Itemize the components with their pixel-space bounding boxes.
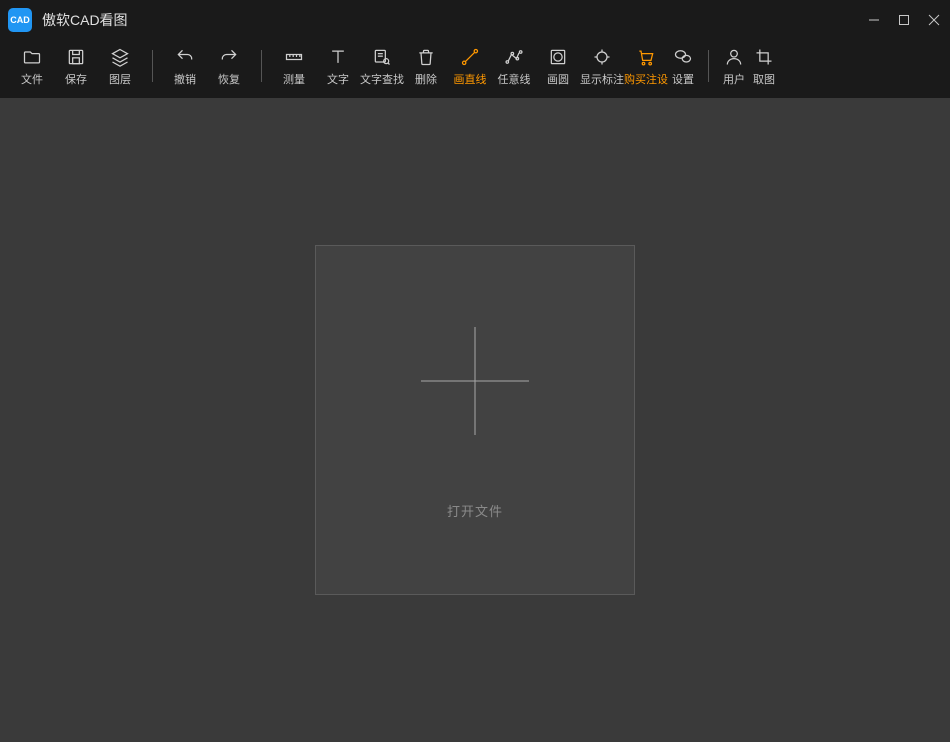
text-button[interactable]: 文字 xyxy=(316,46,360,87)
polyline-button[interactable]: 任意线 xyxy=(492,46,536,87)
maximize-button[interactable] xyxy=(896,12,912,28)
toolbar-separator xyxy=(152,50,153,82)
circle-icon xyxy=(547,46,569,68)
circle-label: 画圆 xyxy=(547,71,569,87)
chat-icon xyxy=(672,46,694,68)
titlebar: CAD 傲软CAD看图 xyxy=(0,0,950,40)
measure-button[interactable]: 测量 xyxy=(272,46,316,87)
toolbar-separator xyxy=(261,50,262,82)
user-label: 用户 xyxy=(723,71,745,87)
redo-button[interactable]: 恢复 xyxy=(207,46,251,87)
user-button[interactable]: 用户 xyxy=(719,46,749,87)
screenshot-label: 取图 xyxy=(753,71,775,87)
buy-annotation-button[interactable]: 购买注设 xyxy=(624,46,668,87)
show-annotation-icon xyxy=(591,46,613,68)
layers-icon xyxy=(109,46,131,68)
text-label: 文字 xyxy=(327,71,349,87)
redo-icon xyxy=(218,46,240,68)
minimize-button[interactable] xyxy=(866,12,882,28)
save-button[interactable]: 保存 xyxy=(54,46,98,87)
polyline-icon xyxy=(503,46,525,68)
layers-button[interactable]: 图层 xyxy=(98,46,142,87)
crop-icon xyxy=(753,46,775,68)
app-logo: CAD xyxy=(8,8,32,32)
undo-label: 撤销 xyxy=(174,71,196,87)
trash-icon xyxy=(415,46,437,68)
annotation-settings-button[interactable]: 设置 xyxy=(668,46,698,87)
circle-button[interactable]: 画圆 xyxy=(536,46,580,87)
save-label: 保存 xyxy=(65,71,87,87)
show-annotation-label: 显示标注 xyxy=(580,71,624,87)
text-search-icon xyxy=(371,46,393,68)
window-controls xyxy=(866,12,942,28)
undo-icon xyxy=(174,46,196,68)
file-button[interactable]: 文件 xyxy=(10,46,54,87)
line-label: 画直线 xyxy=(454,71,487,87)
app-title: 傲软CAD看图 xyxy=(42,10,866,30)
text-search-button[interactable]: 文字查找 xyxy=(360,46,404,87)
undo-button[interactable]: 撤销 xyxy=(163,46,207,87)
plus-icon xyxy=(415,321,535,441)
line-icon xyxy=(459,46,481,68)
annotation-settings-label: 设置 xyxy=(672,71,694,87)
text-icon xyxy=(327,46,349,68)
text-search-label: 文字查找 xyxy=(360,71,404,87)
folder-icon xyxy=(21,46,43,68)
file-label: 文件 xyxy=(21,71,43,87)
app-logo-text: CAD xyxy=(10,15,30,25)
close-button[interactable] xyxy=(926,12,942,28)
save-icon xyxy=(65,46,87,68)
delete-label: 删除 xyxy=(415,71,437,87)
delete-button[interactable]: 删除 xyxy=(404,46,448,87)
user-icon xyxy=(723,46,745,68)
open-file-card[interactable]: 打开文件 xyxy=(315,245,635,595)
polyline-label: 任意线 xyxy=(498,71,531,87)
redo-label: 恢复 xyxy=(218,71,240,87)
canvas-area: 打开文件 xyxy=(0,98,950,742)
screenshot-button[interactable]: 取图 xyxy=(749,46,779,87)
ruler-icon xyxy=(283,46,305,68)
line-button[interactable]: 画直线 xyxy=(448,46,492,87)
cart-icon xyxy=(635,46,657,68)
open-file-label: 打开文件 xyxy=(447,501,503,520)
buy-annotation-label: 购买注设 xyxy=(624,71,668,87)
show-annotation-button[interactable]: 显示标注 xyxy=(580,46,624,87)
toolbar-separator xyxy=(708,50,709,82)
measure-label: 测量 xyxy=(283,71,305,87)
toolbar: 文件 保存 图层 撤销 恢复 xyxy=(0,40,950,98)
layers-label: 图层 xyxy=(109,71,131,87)
